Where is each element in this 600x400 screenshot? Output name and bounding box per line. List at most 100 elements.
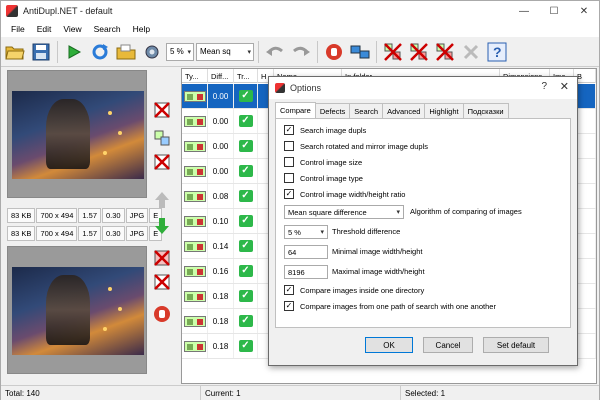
help-button[interactable]: ? xyxy=(485,40,509,64)
menu-edit[interactable]: Edit xyxy=(31,24,58,34)
difference-cell: 0.14 xyxy=(208,234,234,258)
column-transform[interactable]: Tr... xyxy=(234,69,258,83)
refresh-button[interactable] xyxy=(88,40,112,64)
difference-cell: 0.18 xyxy=(208,334,234,358)
algorithm-dropdown[interactable]: Mean square difference ▾ xyxy=(284,205,404,219)
app-icon xyxy=(275,83,285,93)
type-cell xyxy=(182,259,208,283)
delete-second-button[interactable] xyxy=(407,40,431,64)
column-difference[interactable]: Diff... xyxy=(208,69,234,83)
image-dimensions: 700 x 494 xyxy=(36,226,78,241)
checkbox[interactable] xyxy=(284,141,294,151)
duplicate-type-icon xyxy=(183,190,206,202)
status-bar: Total: 140 Current: 1 Selected: 1 xyxy=(1,385,599,400)
algorithm-select[interactable]: Mean sq ▾ xyxy=(196,42,254,61)
folders-button[interactable] xyxy=(114,40,138,64)
menu-bar: File Edit View Search Help xyxy=(1,21,599,37)
cancel-button[interactable]: Cancel xyxy=(423,337,473,353)
menu-file[interactable]: File xyxy=(5,24,31,34)
option-rotated-mirror[interactable]: Search rotated and mirror image dupls xyxy=(284,141,428,151)
move-down-button[interactable] xyxy=(151,215,173,237)
open-folder-button[interactable] xyxy=(3,40,27,64)
close-button[interactable]: ✕ xyxy=(569,1,599,21)
difference-cell: 0.10 xyxy=(208,209,234,233)
menu-view[interactable]: View xyxy=(57,24,87,34)
difference-cell: 0.16 xyxy=(208,259,234,283)
stop-hand-icon xyxy=(154,306,170,322)
transform-cell: ✓ xyxy=(234,234,258,258)
redo-button[interactable] xyxy=(289,40,313,64)
delete-both-button[interactable] xyxy=(433,40,457,64)
tab-hints[interactable]: Подсказки xyxy=(462,103,509,118)
delete-both-side-button[interactable] xyxy=(151,151,173,173)
check-icon: ✓ xyxy=(238,315,253,327)
threshold-select[interactable]: 5 % ▾ xyxy=(166,42,194,61)
delete-first-button[interactable] xyxy=(381,40,405,64)
stop-button[interactable] xyxy=(322,40,346,64)
option-compare-inside-dir[interactable]: ✓ Compare images inside one directory xyxy=(284,285,424,295)
option-compare-one-path[interactable]: ✓ Compare images from one path of search… xyxy=(284,301,496,311)
ok-button[interactable]: OK xyxy=(365,337,413,353)
tab-advanced[interactable]: Advanced xyxy=(382,103,426,118)
tab-search[interactable]: Search xyxy=(349,103,384,118)
transform-cell: ✓ xyxy=(234,109,258,133)
menu-help[interactable]: Help xyxy=(127,24,156,34)
check-icon: ✓ xyxy=(238,265,253,277)
compare-tab-panel: ✓ Search image dupls Search rotated and … xyxy=(275,118,571,328)
duplicate-type-icon xyxy=(183,315,206,327)
preview-panel: 83 KB 700 x 494 1.57 0.30 JPG E 83 KB 70… xyxy=(3,68,163,384)
max-size-input[interactable]: 8196 xyxy=(284,265,328,279)
check-icon: ✓ xyxy=(238,340,253,352)
mistake-button[interactable] xyxy=(459,40,483,64)
threshold-dropdown[interactable]: 5 % ▾ xyxy=(284,225,328,239)
transform-cell: ✓ xyxy=(234,209,258,233)
tab-defects[interactable]: Defects xyxy=(314,103,351,118)
option-label: Compare images inside one directory xyxy=(300,285,425,295)
type-cell xyxy=(182,134,208,158)
swap-side-button[interactable] xyxy=(151,127,173,149)
delete-second-side-button[interactable] xyxy=(151,247,173,269)
option-label: Control image width/height ratio xyxy=(300,189,406,199)
tab-compare[interactable]: Compare xyxy=(275,102,316,118)
aspect-ratio: 1.57 xyxy=(78,226,101,241)
rename-side-button[interactable] xyxy=(151,271,173,293)
settings-button[interactable] xyxy=(140,40,164,64)
checkbox[interactable] xyxy=(284,157,294,167)
set-default-button[interactable]: Set default xyxy=(483,337,549,353)
undo-button[interactable] xyxy=(263,40,287,64)
start-search-button[interactable] xyxy=(62,40,86,64)
checkbox[interactable] xyxy=(284,173,294,183)
first-image-preview[interactable] xyxy=(7,70,147,198)
option-control-ratio[interactable]: ✓ Control image width/height ratio xyxy=(284,189,405,199)
option-control-type[interactable]: Control image type xyxy=(284,173,363,183)
option-label: Compare images from one path of search w… xyxy=(300,301,496,311)
help-icon[interactable]: ? xyxy=(541,81,547,92)
dialog-close-button[interactable]: ✕ xyxy=(560,80,569,93)
second-image-preview[interactable] xyxy=(7,246,147,374)
type-cell xyxy=(182,159,208,183)
option-search-dupls[interactable]: ✓ Search image dupls xyxy=(284,125,366,135)
move-up-button[interactable] xyxy=(151,189,173,211)
transform-cell: ✓ xyxy=(234,184,258,208)
checkbox[interactable]: ✓ xyxy=(284,189,294,199)
difference-cell: 0.00 xyxy=(208,159,234,183)
duplicate-type-icon xyxy=(183,90,206,102)
option-control-size[interactable]: Control image size xyxy=(284,157,362,167)
stop-side-button[interactable] xyxy=(151,303,173,325)
min-size-input[interactable]: 64 xyxy=(284,245,328,259)
network-button[interactable] xyxy=(348,40,372,64)
chevron-down-icon: ▾ xyxy=(247,48,251,56)
maximize-button[interactable]: ☐ xyxy=(539,1,569,21)
save-button[interactable] xyxy=(29,40,53,64)
checkbox[interactable]: ✓ xyxy=(284,125,294,135)
delete-first-side-button[interactable] xyxy=(151,99,173,121)
delete-second-icon xyxy=(410,42,428,61)
minimize-button[interactable]: — xyxy=(509,1,539,21)
max-size-label: Maximal image width/height xyxy=(332,267,425,276)
menu-search[interactable]: Search xyxy=(88,24,127,34)
column-type[interactable]: Ty... xyxy=(182,69,208,83)
tab-highlight[interactable]: Highlight xyxy=(424,103,464,118)
checkbox[interactable]: ✓ xyxy=(284,301,294,311)
checkbox[interactable]: ✓ xyxy=(284,285,294,295)
check-icon: ✓ xyxy=(238,290,253,302)
